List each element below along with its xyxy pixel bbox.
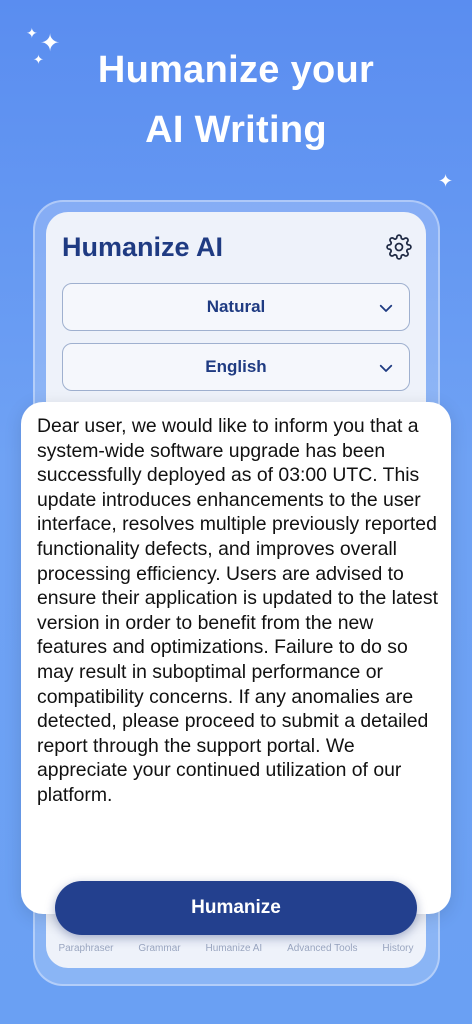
tab-humanize-ai[interactable]: Humanize AI — [205, 943, 262, 954]
tab-history[interactable]: History — [382, 943, 413, 954]
humanize-button[interactable]: Humanize — [55, 881, 417, 935]
headline-line-2: AI Writing — [145, 109, 327, 151]
sparkle-icon: ✦ — [26, 25, 38, 41]
chevron-down-icon — [379, 364, 393, 372]
language-dropdown-value: English — [205, 357, 267, 376]
notification-popup: Dear user, we would like to inform you t… — [21, 402, 451, 914]
tab-advanced-tools[interactable]: Advanced Tools — [287, 943, 357, 954]
gear-icon[interactable] — [386, 234, 412, 260]
tone-dropdown[interactable]: Natural — [62, 283, 410, 331]
app-title: Humanize AI — [62, 232, 224, 262]
popup-message: Dear user, we would like to inform you t… — [37, 415, 439, 806]
language-dropdown[interactable]: English — [62, 343, 410, 391]
tone-dropdown-value: Natural — [206, 297, 266, 316]
tab-paraphraser[interactable]: Paraphraser — [58, 943, 113, 954]
tab-grammar[interactable]: Grammar — [138, 943, 180, 954]
chevron-down-icon — [379, 304, 393, 312]
headline-line-1: Humanize your — [97, 49, 375, 91]
sparkle-icon: ✦ — [438, 171, 454, 191]
promo-headline: Humanize your AI Writing — [0, 40, 472, 160]
